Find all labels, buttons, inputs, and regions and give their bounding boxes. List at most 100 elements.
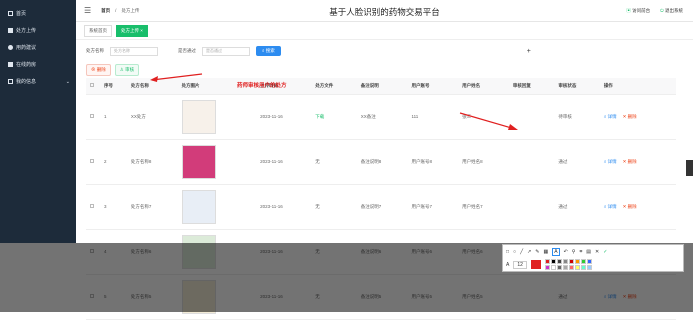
color-swatch[interactable] xyxy=(550,259,556,264)
sidebar-item-advice[interactable]: 用药建议 xyxy=(0,39,76,56)
row-actions: ⌕ 详情 ✕ 删除 xyxy=(599,184,676,230)
mosaic-tool-icon[interactable]: ▦ xyxy=(543,249,548,255)
toolbar-style-row: A 12 xyxy=(503,258,683,271)
tab-upload[interactable]: 处方上传 × xyxy=(116,24,148,37)
row-actions: ⌕ 详情 ✕ 删除 xyxy=(599,94,676,140)
arrow-tool-icon[interactable]: ↗ xyxy=(527,249,531,255)
cursor-plus-icon: + xyxy=(526,47,531,55)
tab-home[interactable]: 系统首页 xyxy=(84,24,112,37)
annotation-toolbar: □ ○ ╱ ↗ ✎ ▦ A ↶ ⚲ ⌗ ▤ ✕ ✓ A 12 xyxy=(502,244,684,272)
color-swatch[interactable] xyxy=(574,265,580,270)
prescription-thumbnail[interactable] xyxy=(181,144,216,179)
color-swatch[interactable] xyxy=(568,265,574,270)
column-header: 序号 xyxy=(100,78,127,95)
sidebar-item-upload[interactable]: 处方上传 xyxy=(0,22,76,39)
delete-icon: ⊗ xyxy=(91,67,96,72)
row-file: 无 xyxy=(311,139,357,185)
color-swatch[interactable] xyxy=(562,259,568,264)
search-passed-select[interactable]: 是否通过 xyxy=(202,46,250,56)
detail-button[interactable]: ⌕ 详情 xyxy=(604,159,617,164)
select-all-checkbox[interactable] xyxy=(90,83,94,88)
row-name: 处方名称7 xyxy=(126,184,178,230)
row-actions: ⌕ 详情 ✕ 删除 xyxy=(599,139,676,185)
row-checkbox[interactable] xyxy=(90,114,94,118)
row-checkbox[interactable] xyxy=(90,204,94,208)
pin-tool-icon[interactable]: ⚲ xyxy=(572,249,576,255)
row-user: 张三 xyxy=(458,94,509,140)
sidebar-item-profile[interactable]: 我的信息 ⌄ xyxy=(0,73,76,90)
row-account: 用户账号8 xyxy=(407,139,459,185)
sidebar-item-label: 处方上传 xyxy=(16,28,37,34)
delete-row-button[interactable]: ✕ 删除 xyxy=(623,204,637,209)
page-title: 基于人脸识别的药物交易平台 xyxy=(329,7,440,17)
row-note: XX备注 xyxy=(356,94,408,140)
font-size-select[interactable]: 12 xyxy=(513,260,527,269)
row-note: 备注说明7 xyxy=(356,184,408,230)
delete-row-button[interactable]: ✕ 删除 xyxy=(623,114,637,119)
line-tool-icon[interactable]: ╱ xyxy=(520,249,523,255)
color-swatch[interactable] xyxy=(544,259,550,264)
sidebar-item-home[interactable]: 首页 xyxy=(0,5,76,22)
row-status: 通过 xyxy=(554,184,600,230)
color-swatch[interactable] xyxy=(562,265,568,270)
side-scroll-handle[interactable] xyxy=(686,160,693,176)
close-icon[interactable]: ✕ xyxy=(595,249,599,255)
delete-button[interactable]: ⊗ 删除 xyxy=(86,64,111,76)
annotation-label: 药师审核用户的处方 xyxy=(237,83,287,89)
detail-button[interactable]: ⌕ 详情 xyxy=(604,114,617,119)
row-time: 2023-11-16 xyxy=(256,184,312,230)
visit-front-link[interactable]: ▣ 访问前台 xyxy=(626,8,650,14)
row-user: 用户姓名7 xyxy=(458,184,509,230)
confirm-icon[interactable]: ✓ xyxy=(603,249,607,255)
column-header: 备注说明 xyxy=(356,78,408,95)
color-swatch[interactable] xyxy=(580,265,586,270)
checkbox xyxy=(86,139,100,185)
row-reply xyxy=(508,94,555,140)
row-reply xyxy=(508,139,555,185)
detail-button[interactable]: ⌕ 详情 xyxy=(604,204,617,209)
search-name-input[interactable]: 处方名称 xyxy=(110,46,158,56)
color-swatch[interactable] xyxy=(556,259,562,264)
monitor-icon: ▣ xyxy=(626,8,631,13)
font-icon: A xyxy=(506,261,510,268)
sidebar-item-pharmacy[interactable]: 在线药房 xyxy=(0,56,76,73)
table-row: 2 处方名称8 2023-11-16 无备注说明8 用户账号8 用户姓名8 通过 ⌕ 详情 ✕ … xyxy=(86,139,676,185)
column-header: 处方文件 xyxy=(311,78,357,95)
search-passed-label: 是否通过 xyxy=(178,48,196,53)
prescription-thumbnail[interactable] xyxy=(181,189,216,224)
pen-tool-icon[interactable]: ✎ xyxy=(535,249,539,255)
column-header: 审核状态 xyxy=(554,78,600,95)
current-color-swatch[interactable] xyxy=(530,260,541,269)
text-tool-icon[interactable]: A xyxy=(552,247,560,256)
color-swatch[interactable] xyxy=(574,259,580,264)
save-icon[interactable]: ▤ xyxy=(586,249,591,255)
search-button[interactable]: ⌕ 搜索 xyxy=(256,46,281,56)
color-swatch[interactable] xyxy=(556,265,562,270)
color-swatch[interactable] xyxy=(586,259,592,264)
row-checkbox[interactable] xyxy=(90,159,94,163)
topbar: ☰ 首页 / 处方上传 基于人脸识别的药物交易平台 ▣ 访问前台 ⏻ 退出系统 xyxy=(76,0,693,22)
circle-tool-icon[interactable]: ○ xyxy=(513,249,516,255)
color-swatch[interactable] xyxy=(550,265,556,270)
color-swatch[interactable] xyxy=(586,265,592,270)
rect-tool-icon[interactable]: □ xyxy=(506,249,509,255)
undo-icon[interactable]: ↶ xyxy=(564,249,568,255)
logout-link[interactable]: ⏻ 退出系统 xyxy=(660,8,683,14)
row-account: 用户账号7 xyxy=(407,184,459,230)
sidebar-item-label: 首页 xyxy=(16,11,27,17)
color-swatch[interactable] xyxy=(544,265,550,270)
ocr-tool-icon[interactable]: ⌗ xyxy=(579,249,582,255)
sidebar: 首页 处方上传 用药建议 在线药房 我的信息 ⌄ xyxy=(0,0,76,243)
color-palette xyxy=(544,259,592,270)
row-time: 2023-11-16 xyxy=(256,139,312,185)
audit-button[interactable]: ♙ 审核 xyxy=(114,64,140,76)
row-file: 无 xyxy=(311,184,357,230)
prescription-thumbnail[interactable] xyxy=(181,99,216,134)
color-swatch[interactable] xyxy=(580,259,586,264)
row-image xyxy=(177,94,257,140)
row-file[interactable]: 下载 xyxy=(311,94,357,140)
sidebar-item-label: 我的信息 xyxy=(16,79,37,85)
delete-row-button[interactable]: ✕ 删除 xyxy=(623,159,637,164)
color-swatch[interactable] xyxy=(568,259,574,264)
user-card-icon xyxy=(8,79,13,84)
